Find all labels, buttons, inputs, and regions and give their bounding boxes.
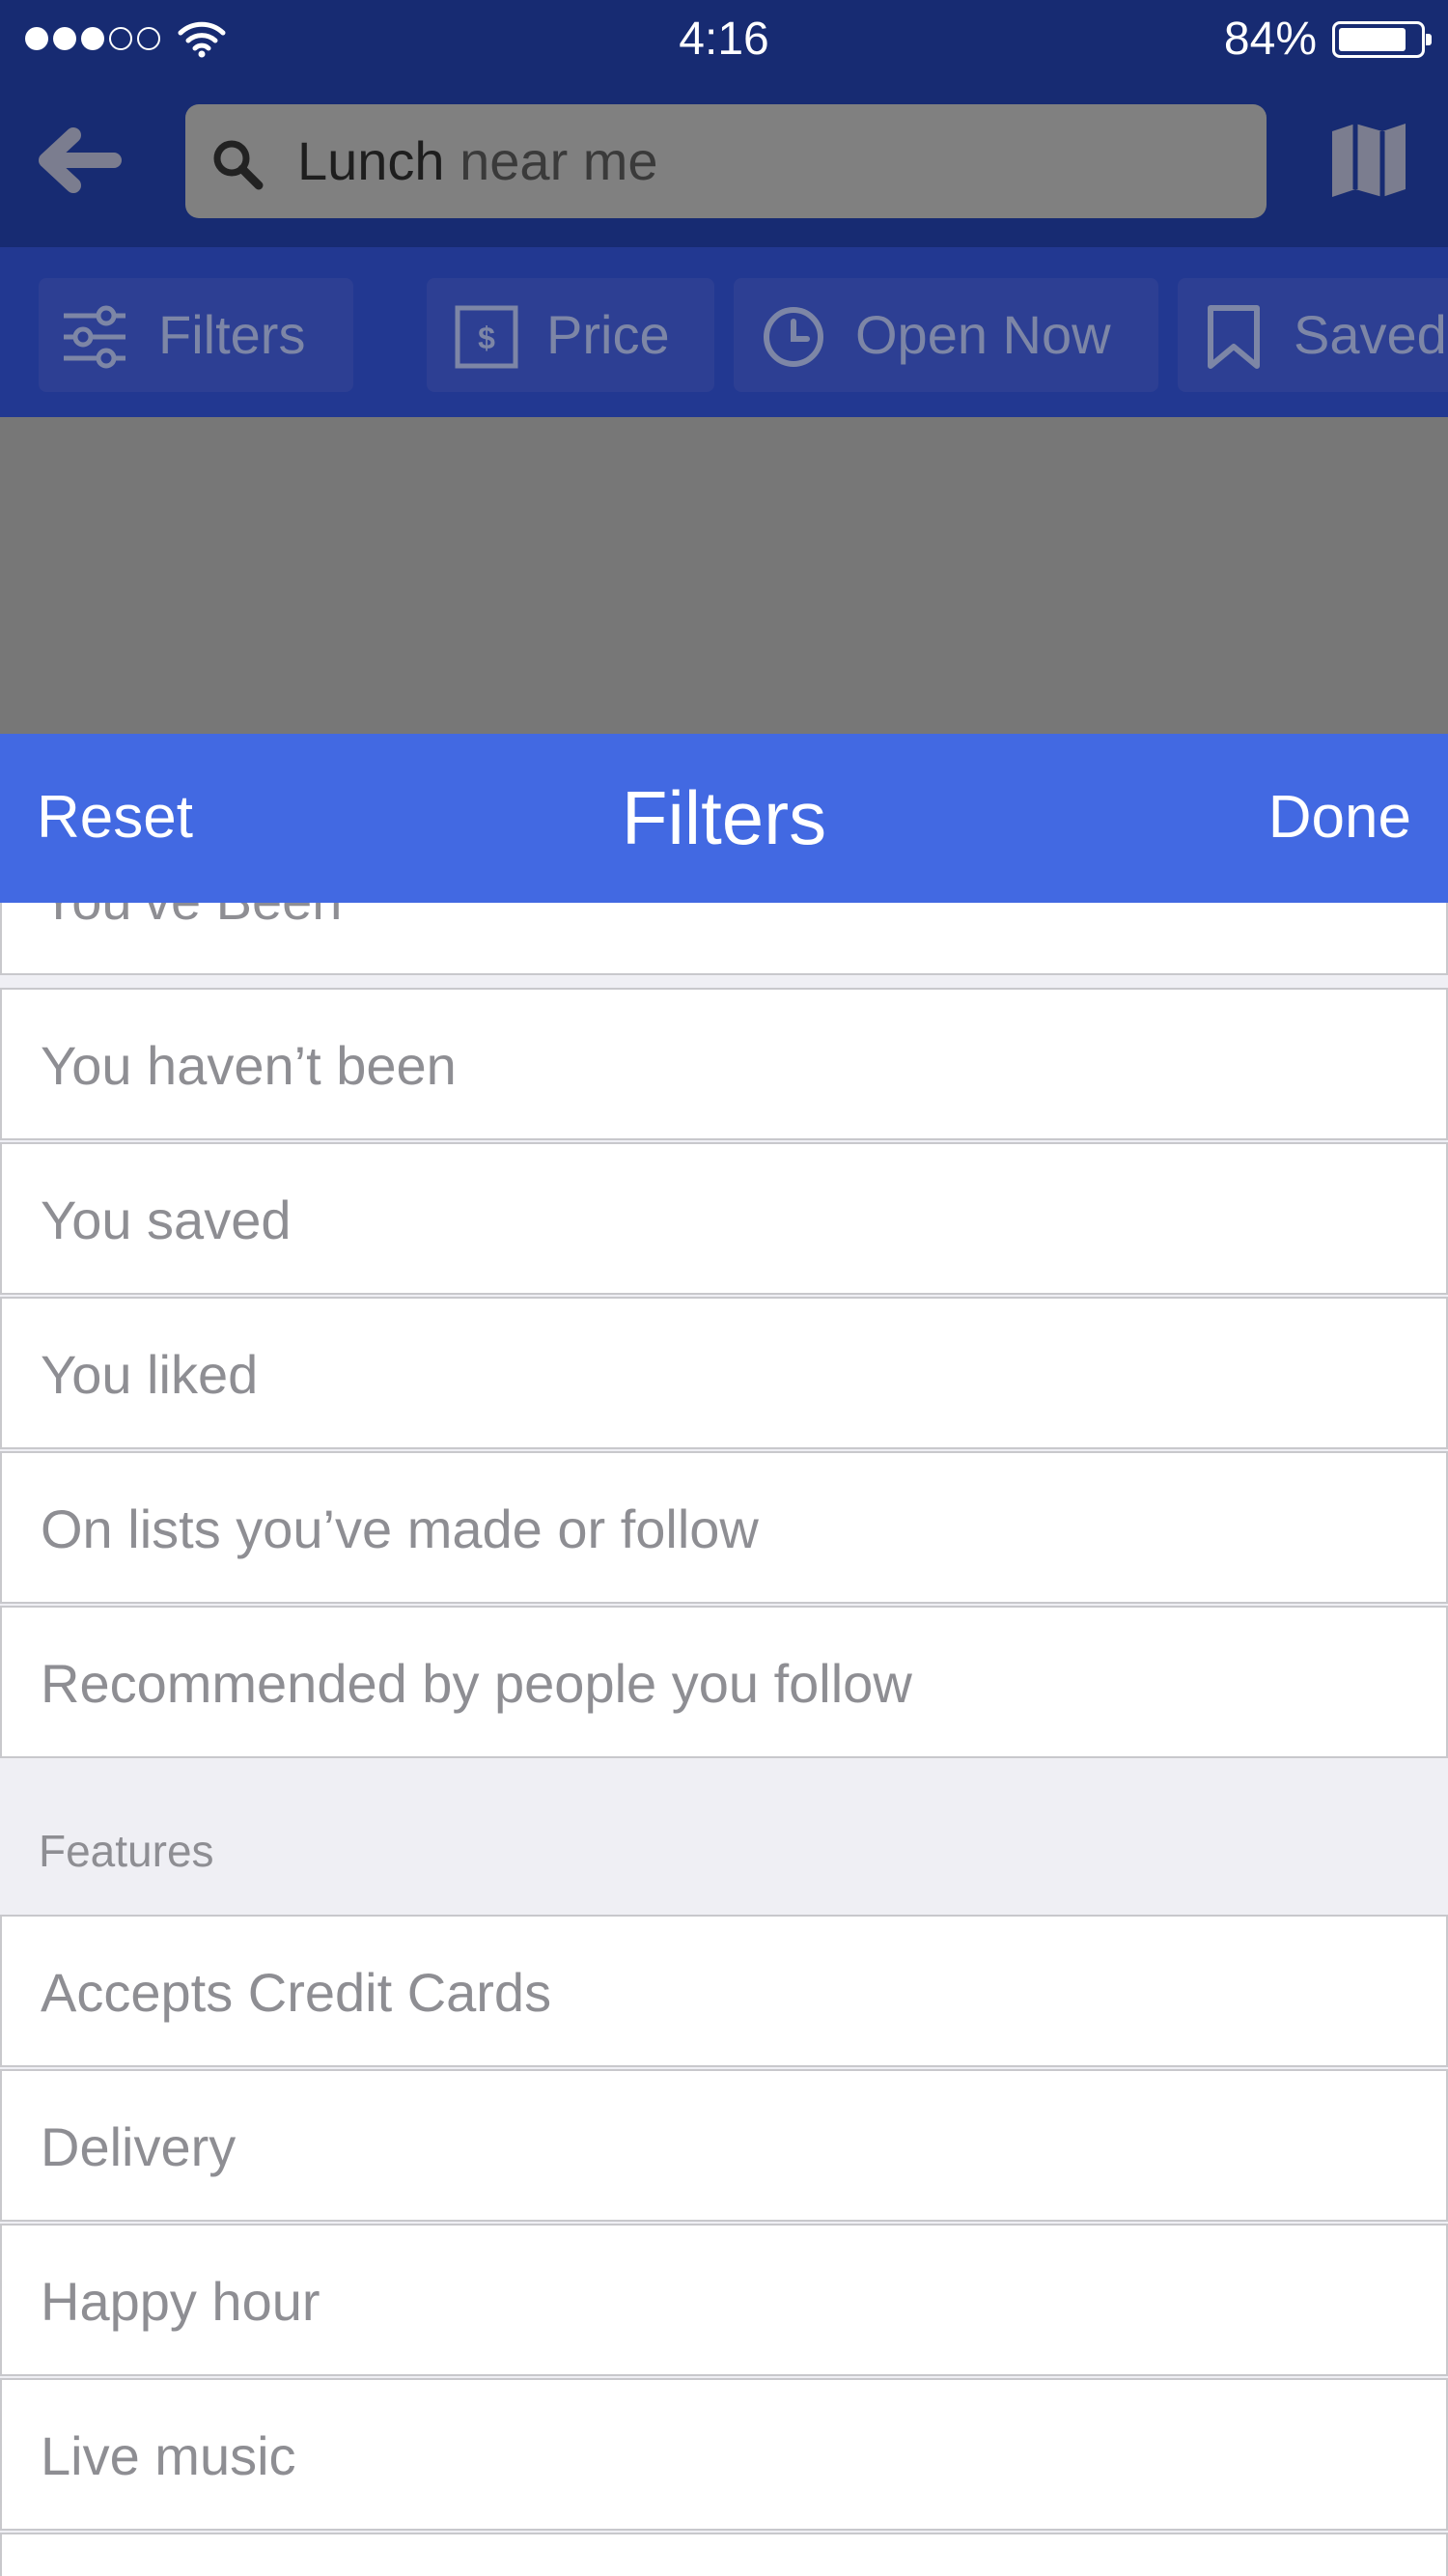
dimmed-overlay[interactable] xyxy=(0,417,1448,734)
saved-chip-label: Saved xyxy=(1294,304,1447,365)
list-item[interactable]: Recommended by people you follow xyxy=(0,1606,1448,1758)
done-button[interactable]: Done xyxy=(1268,782,1411,854)
map-icon[interactable] xyxy=(1328,122,1409,199)
filters-list[interactable]: You’ve Been You haven’t been You saved Y… xyxy=(0,903,1448,2576)
filters-chip-label: Filters xyxy=(158,304,306,365)
search-placeholder-text: near me xyxy=(459,130,658,191)
list-item-label: You’ve Been xyxy=(41,903,342,933)
battery-percent: 84% xyxy=(1223,14,1317,65)
sheet-title: Filters xyxy=(621,775,827,860)
back-arrow-icon[interactable] xyxy=(29,122,125,199)
list-item-label: Live music xyxy=(41,2425,296,2486)
list-item[interactable] xyxy=(0,2533,1448,2576)
list-item[interactable]: Accepts Credit Cards xyxy=(0,1915,1448,2067)
navigation-bar: Lunch near me xyxy=(0,79,1448,247)
list-item-label: On lists you’ve made or follow xyxy=(41,1498,759,1559)
list-item[interactable]: You’ve Been xyxy=(0,903,1448,975)
list-item[interactable]: Delivery xyxy=(0,2069,1448,2222)
price-chip-label: Price xyxy=(546,304,670,365)
list-item-label: Happy hour xyxy=(41,2271,320,2332)
list-item[interactable]: You liked xyxy=(0,1297,1448,1449)
saved-chip[interactable]: Saved xyxy=(1178,278,1448,392)
list-item-label: Recommended by people you follow xyxy=(41,1653,912,1714)
filters-chip[interactable]: Filters xyxy=(39,278,353,392)
list-item-label: Accepts Credit Cards xyxy=(41,1962,552,2023)
list-item[interactable]: On lists you’ve made or follow xyxy=(0,1451,1448,1604)
price-chip[interactable]: $ Price xyxy=(427,278,714,392)
search-query-text: Lunch xyxy=(297,130,445,191)
list-item-label: You saved xyxy=(41,1190,292,1250)
filter-chips-bar: Filters $ Price Open Now Saved xyxy=(0,247,1448,417)
open-now-chip[interactable]: Open Now xyxy=(734,278,1158,392)
sliders-icon xyxy=(64,305,125,369)
list-item[interactable]: You saved xyxy=(0,1142,1448,1295)
features-section-header: Features xyxy=(39,1826,214,1876)
list-item-label: Delivery xyxy=(41,2116,237,2177)
list-item[interactable]: Live music xyxy=(0,2378,1448,2531)
list-item-label: You haven’t been xyxy=(41,1035,457,1096)
list-item-label: You liked xyxy=(41,1344,259,1405)
list-item[interactable]: Happy hour xyxy=(0,2224,1448,2376)
clock-icon xyxy=(764,307,823,367)
status-bar: 4:16 84% xyxy=(0,0,1448,79)
filters-sheet-header: Reset Filters Done xyxy=(0,734,1448,903)
search-icon xyxy=(213,140,264,190)
search-input[interactable]: Lunch near me xyxy=(185,104,1267,218)
svg-text:$: $ xyxy=(478,321,495,355)
bookmark-icon xyxy=(1208,305,1260,369)
dollar-icon: $ xyxy=(455,305,518,369)
open-now-chip-label: Open Now xyxy=(855,304,1111,365)
list-item[interactable]: You haven’t been xyxy=(0,988,1448,1140)
battery-icon xyxy=(1332,21,1432,58)
